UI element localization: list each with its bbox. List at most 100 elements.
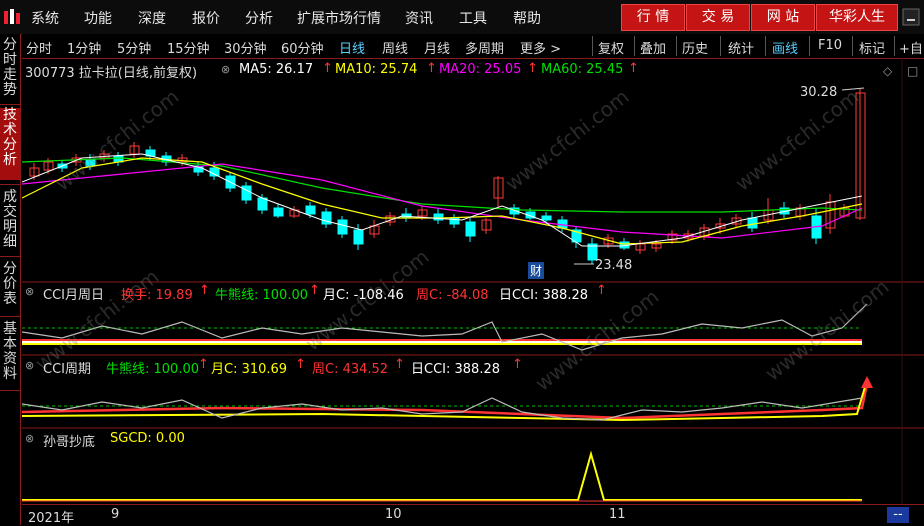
tool-stats[interactable]: 统计 — [728, 38, 754, 57]
candlestick — [541, 215, 552, 221]
toolbar-separator — [720, 36, 721, 56]
minimize-icon[interactable] — [901, 7, 921, 27]
toolbar-separator — [765, 36, 766, 56]
sgcd-value: SGCD: 0.00 — [110, 431, 185, 446]
candlestick — [305, 205, 316, 215]
bull-bear-label: 牛熊线: 100.00 — [106, 362, 199, 377]
tab-1min[interactable]: 1分钟 — [67, 38, 101, 57]
daily-cci-label: 日CCI: 388.28 — [499, 288, 588, 303]
indicator-toggle-icon[interactable]: ⊗ — [25, 285, 34, 298]
high-price-label: 30.28 — [800, 85, 838, 100]
app-logo-icon — [4, 9, 20, 24]
sgcd-title: 孙哥抄底 — [43, 435, 96, 450]
up-arrow-icon: ↑ — [426, 61, 437, 76]
tab-30min[interactable]: 30分钟 — [224, 38, 267, 57]
toolbar-separator — [809, 36, 810, 56]
menu-help[interactable]: 帮助 — [513, 8, 541, 28]
axis-month-label: 10 — [385, 507, 402, 522]
sidebar-divider — [0, 390, 20, 391]
menu-system[interactable]: 系统 — [31, 8, 59, 28]
tool-draw-line[interactable]: 画线 — [772, 38, 798, 57]
diamond-icon[interactable]: ◇ — [883, 64, 892, 78]
up-arrow-icon: ↑ — [309, 283, 320, 298]
finance-badge[interactable]: 财 — [528, 262, 545, 279]
menu-depth[interactable]: 深度 — [138, 8, 166, 28]
candlestick — [465, 221, 476, 237]
menu-extended-market[interactable]: 扩展市场行情 — [297, 8, 381, 28]
monthly-cci-label: 月C: -108.46 — [323, 288, 404, 303]
ma5-line — [22, 153, 863, 247]
side-price-table[interactable]: 分价表 — [0, 262, 20, 310]
indicator-toggle-icon[interactable]: ⊗ — [25, 359, 34, 372]
ma20-label: MA20: 25.05 — [439, 62, 522, 77]
sidebar-divider — [0, 316, 20, 317]
tab-60min[interactable]: 60分钟 — [281, 38, 324, 57]
period-toolbar: 分时 1分钟 5分钟 15分钟 30分钟 60分钟 日线 周线 月线 多周期 更… — [22, 34, 924, 59]
side-technical[interactable]: 技术分析 — [0, 108, 20, 180]
up-arrow-icon: ↑ — [596, 283, 607, 298]
huacai-button[interactable]: 华彩人生 — [816, 4, 898, 31]
tab-more[interactable]: 更多 > — [520, 38, 561, 57]
cci2-title: CCI周期 — [43, 362, 91, 377]
tool-custom[interactable]: +自 — [899, 38, 923, 57]
up-arrow-icon: ↑ — [512, 357, 523, 372]
indicator-toggle-icon[interactable]: ⊗ — [221, 63, 230, 76]
trade-button[interactable]: 交 易 — [686, 4, 750, 31]
up-arrow-icon — [861, 376, 873, 388]
tab-daily[interactable]: 日线 — [339, 38, 365, 57]
website-button[interactable]: 网 站 — [751, 4, 815, 31]
tool-history[interactable]: 历史 — [682, 38, 708, 57]
menu-analysis[interactable]: 分析 — [245, 8, 273, 28]
weekly-cci-label: 周C: -84.08 — [416, 288, 489, 303]
up-arrow-icon: ↑ — [199, 283, 210, 298]
up-arrow-icon: ↑ — [295, 357, 306, 372]
menu-bar: 系统 功能 深度 报价 分析 扩展市场行情 资讯 工具 帮助 行 情 交 易 网… — [0, 0, 924, 35]
sidebar-divider — [0, 184, 20, 185]
up-arrow-icon: ↑ — [628, 61, 639, 76]
bull-bear-label: 牛熊线: 100.00 — [215, 288, 308, 303]
date-axis: 2021年 9 10 11 -- — [22, 504, 924, 526]
tab-5min[interactable]: 5分钟 — [117, 38, 151, 57]
candlestick — [273, 207, 284, 217]
tool-mark[interactable]: 标记 — [859, 38, 885, 57]
menu-news[interactable]: 资讯 — [405, 8, 433, 28]
stock-title: 300773 拉卡拉(日线,前复权) — [25, 66, 198, 81]
tab-monthly[interactable]: 月线 — [424, 38, 450, 57]
candlestick — [241, 185, 252, 201]
tab-weekly[interactable]: 周线 — [382, 38, 408, 57]
menu-function[interactable]: 功能 — [84, 8, 112, 28]
toolbar-separator — [852, 36, 853, 56]
toolbar-separator — [634, 36, 635, 56]
menu-tools[interactable]: 工具 — [459, 8, 487, 28]
up-arrow-icon: ↑ — [198, 357, 209, 372]
quotes-button[interactable]: 行 情 — [621, 4, 685, 31]
candlestick — [747, 217, 758, 229]
toolbar-separator — [894, 36, 895, 56]
turnover-label: 换手: 19.89 — [121, 288, 193, 303]
tab-15min[interactable]: 15分钟 — [167, 38, 210, 57]
indicator-toggle-icon[interactable]: ⊗ — [25, 432, 34, 445]
tab-intraday[interactable]: 分时 — [26, 38, 52, 57]
tool-f10[interactable]: F10 — [818, 38, 842, 53]
square-icon[interactable]: □ — [907, 64, 918, 78]
menu-quote[interactable]: 报价 — [192, 8, 220, 28]
up-arrow-icon: ↑ — [394, 357, 405, 372]
side-trades[interactable]: 成交明细 — [0, 190, 20, 252]
chart-area[interactable]: www.cfchi.com www.cfchi.com www.cfchi.co… — [22, 58, 924, 504]
side-fundamentals[interactable]: 基本资料 — [0, 322, 20, 384]
low-price-label: 23.48 — [595, 258, 633, 273]
side-intraday[interactable]: 分时走势 — [0, 38, 20, 100]
candlestick — [353, 229, 364, 245]
ma60-label: MA60: 25.45 — [541, 62, 624, 77]
candlestick — [337, 219, 348, 235]
ma5-label: MA5: 26.17 — [239, 62, 314, 77]
monthly-cci-label: 月C: 310.69 — [211, 362, 288, 377]
tool-adjust[interactable]: 复权 — [598, 38, 624, 57]
tool-overlay[interactable]: 叠加 — [640, 38, 666, 57]
axis-corner-button[interactable]: -- — [887, 507, 909, 523]
daily-cci-label: 日CCI: 388.28 — [411, 362, 500, 377]
sidebar-divider — [0, 256, 20, 257]
sgcd-line — [22, 450, 862, 501]
toolbar-separator — [592, 36, 593, 56]
tab-multi-period[interactable]: 多周期 — [465, 38, 504, 57]
